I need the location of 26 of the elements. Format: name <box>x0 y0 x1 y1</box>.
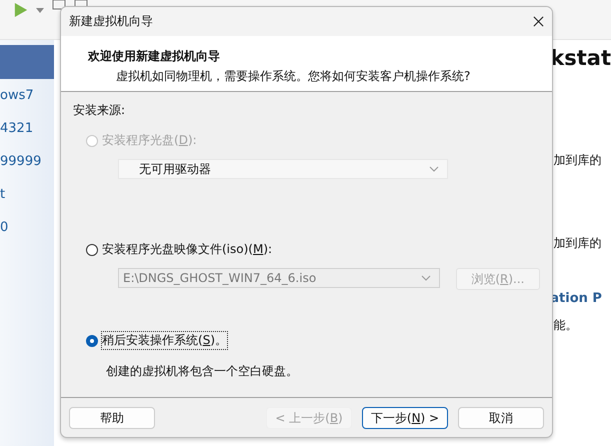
help-button[interactable]: 帮助 <box>69 407 155 429</box>
sidebar-item[interactable]: 0 <box>0 211 54 244</box>
chevron-icon <box>420 275 431 281</box>
sidebar-item[interactable]: 4321 <box>0 112 54 145</box>
chevron-icon <box>429 166 439 172</box>
window-icon[interactable] <box>52 0 66 10</box>
page-title: kstat <box>550 45 611 72</box>
body-text: 加到库的 <box>552 236 602 251</box>
caret-icon[interactable] <box>36 8 44 13</box>
window-title: 新建虚拟机向导 <box>69 13 153 30</box>
play-icon[interactable] <box>14 2 28 18</box>
body-text: 加到库的 <box>552 153 602 168</box>
section-label: 安装来源: <box>73 102 126 119</box>
wizard-subtitle: 虚拟机如同物理机，需要操作系统。您将如何安装客户机操作系统? <box>115 68 472 85</box>
sidebar-item[interactable]: 99999 <box>0 145 54 178</box>
close-icon[interactable] <box>533 16 544 27</box>
option-note: 创建的虚拟机将包含一个空白硬盘。 <box>106 363 299 380</box>
sidebar-header <box>0 45 54 79</box>
wizard-button[interactable]: 下一步(N) > <box>362 407 448 429</box>
radio-option[interactable]: 安装程序光盘映像文件(iso)(M): <box>73 241 540 258</box>
radio-option[interactable]: 稍后安装操作系统(S)。 <box>73 332 540 349</box>
wizard-heading: 欢迎使用新建虚拟机向导 <box>88 48 221 65</box>
sidebar-item[interactable]: ows7 <box>0 79 54 112</box>
body-text: 能。 <box>552 318 578 333</box>
sidebar-item[interactable]: t <box>0 178 54 211</box>
wizard-button[interactable]: 取消 <box>458 407 544 429</box>
